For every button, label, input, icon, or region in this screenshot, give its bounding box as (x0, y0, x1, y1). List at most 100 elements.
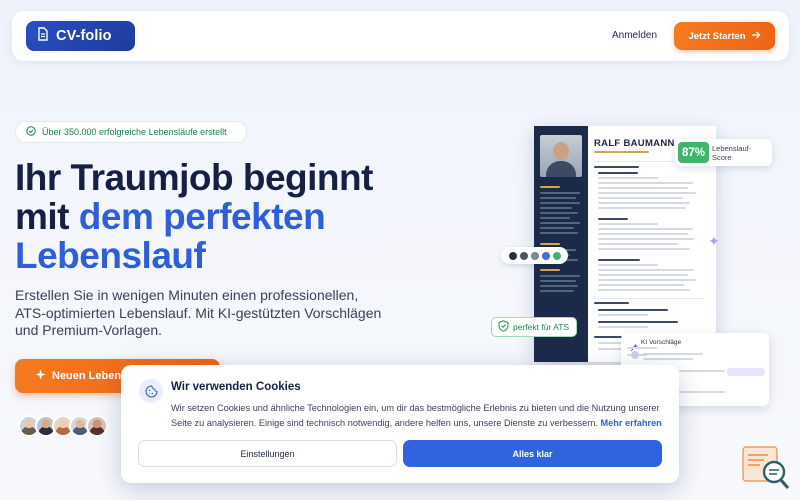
resume-line (598, 259, 640, 261)
resume-name: RALF BAUMANN (594, 138, 675, 149)
hero-title-line-1: Ihr Traumjob beginnt (15, 157, 373, 198)
resume-line (598, 264, 658, 266)
arrow-right-icon (751, 31, 761, 42)
start-now-button[interactable]: Jetzt Starten (674, 22, 775, 50)
resume-line (598, 218, 628, 220)
cookie-icon (139, 379, 163, 403)
avatar (631, 351, 639, 359)
resume-line (540, 212, 578, 214)
resume-line (598, 187, 688, 189)
cookie-text: Wir setzen Cookies und ähnliche Technolo… (171, 401, 666, 430)
hero-description: Erstellen Sie in wenigen Minuten einen p… (15, 287, 382, 338)
resume-line (594, 166, 639, 168)
learn-more-link[interactable]: Mehr erfahren (601, 418, 662, 428)
resume-line (540, 197, 576, 199)
resume-score-label: Lebenslauf-Score (712, 144, 752, 162)
resume-score-card: 87% Lebenslauf-Score (675, 139, 772, 166)
resume-line (598, 172, 638, 174)
resume-line (598, 321, 678, 323)
color-swatch[interactable] (530, 251, 539, 260)
resume-line (540, 192, 580, 194)
resume-line (598, 233, 688, 235)
resume-line (598, 192, 696, 194)
resume-line (540, 275, 580, 277)
hero-title-accent: dem perfekten (78, 196, 326, 237)
resume-line (598, 223, 658, 225)
ai-line (679, 391, 725, 393)
resume-line (598, 182, 693, 184)
start-now-label: Jetzt Starten (688, 30, 746, 42)
resume-line (540, 207, 572, 209)
login-link[interactable]: Anmelden (612, 30, 657, 41)
shield-check-icon (498, 320, 509, 334)
color-swatch[interactable] (541, 251, 550, 260)
resume-line (598, 309, 668, 311)
resume-line (540, 227, 574, 229)
success-badge: Über 350.000 erfolgreiche Lebensläufe er… (15, 121, 247, 143)
avatar (86, 415, 108, 437)
resume-line (540, 280, 576, 282)
search-document-icon (742, 446, 790, 489)
resume-line (540, 217, 570, 219)
hero-title-line-2: mit dem perfekten (15, 197, 373, 236)
user-avatars (18, 415, 108, 437)
ats-badge: perfekt für ATS (491, 317, 577, 337)
color-swatch[interactable] (552, 251, 561, 260)
resume-line (598, 248, 690, 250)
cookie-consent-dialog: Wir verwenden Cookies Wir setzen Cookies… (121, 365, 679, 483)
color-swatches (501, 247, 568, 264)
ai-line (627, 347, 657, 349)
resume-line (540, 186, 560, 188)
resume-line (540, 222, 580, 224)
create-resume-label: Neuen Lebens (52, 370, 128, 382)
resume-line (594, 302, 629, 304)
cookie-title: Wir verwenden Cookies (171, 381, 301, 393)
resume-line (540, 269, 560, 271)
resume-line (598, 284, 684, 286)
resume-line (598, 202, 690, 204)
help-widget-button[interactable] (742, 446, 790, 490)
resume-line (598, 289, 690, 291)
resume-line (594, 298, 704, 299)
sparkle-icon (35, 369, 46, 383)
resume-line (598, 274, 688, 276)
sparkle-icon: ✦ (708, 233, 720, 249)
logo-text: CV-folio (56, 28, 112, 44)
resume-line (598, 326, 648, 328)
ai-line (643, 358, 693, 360)
resume-score-value: 87% (678, 142, 709, 163)
resume-photo (540, 135, 582, 177)
color-swatch[interactable] (519, 251, 528, 260)
check-circle-icon (26, 126, 36, 138)
cookie-accept-button[interactable]: Alles klar (403, 440, 662, 467)
cookie-description: Wir setzen Cookies und ähnliche Technolo… (171, 403, 660, 428)
resume-line (594, 151, 649, 153)
ai-line (643, 353, 703, 355)
logo[interactable]: CV-folio (26, 21, 135, 51)
resume-line (540, 232, 578, 234)
resume-line (598, 228, 693, 230)
resume-line (540, 243, 560, 245)
resume-line (598, 197, 683, 199)
hero-title: Ihr Traumjob beginnt mit dem perfekten L… (15, 158, 373, 275)
ai-suggestions-title: KI Vorschläge (641, 339, 682, 346)
resume-line (598, 243, 678, 245)
resume-line (598, 279, 696, 281)
ai-line (679, 370, 725, 372)
document-icon (37, 26, 49, 46)
top-navbar: CV-folio Anmelden Jetzt Starten (12, 11, 789, 61)
resume-line (598, 177, 658, 179)
hero-title-plain: mit (15, 196, 79, 237)
cookie-settings-button[interactable]: Einstellungen (138, 440, 397, 467)
resume-line (540, 290, 574, 292)
resume-line (598, 207, 686, 209)
badge-text: Über 350.000 erfolgreiche Lebensläufe er… (42, 127, 227, 137)
ai-apply-chip[interactable] (727, 368, 765, 376)
resume-line (598, 269, 694, 271)
color-swatch[interactable] (508, 251, 517, 260)
resume-line (540, 285, 578, 287)
resume-line (598, 314, 648, 316)
hero-title-line-3: Lebenslauf (15, 235, 206, 276)
resume-line (598, 238, 694, 240)
ats-label: perfekt für ATS (513, 322, 570, 332)
